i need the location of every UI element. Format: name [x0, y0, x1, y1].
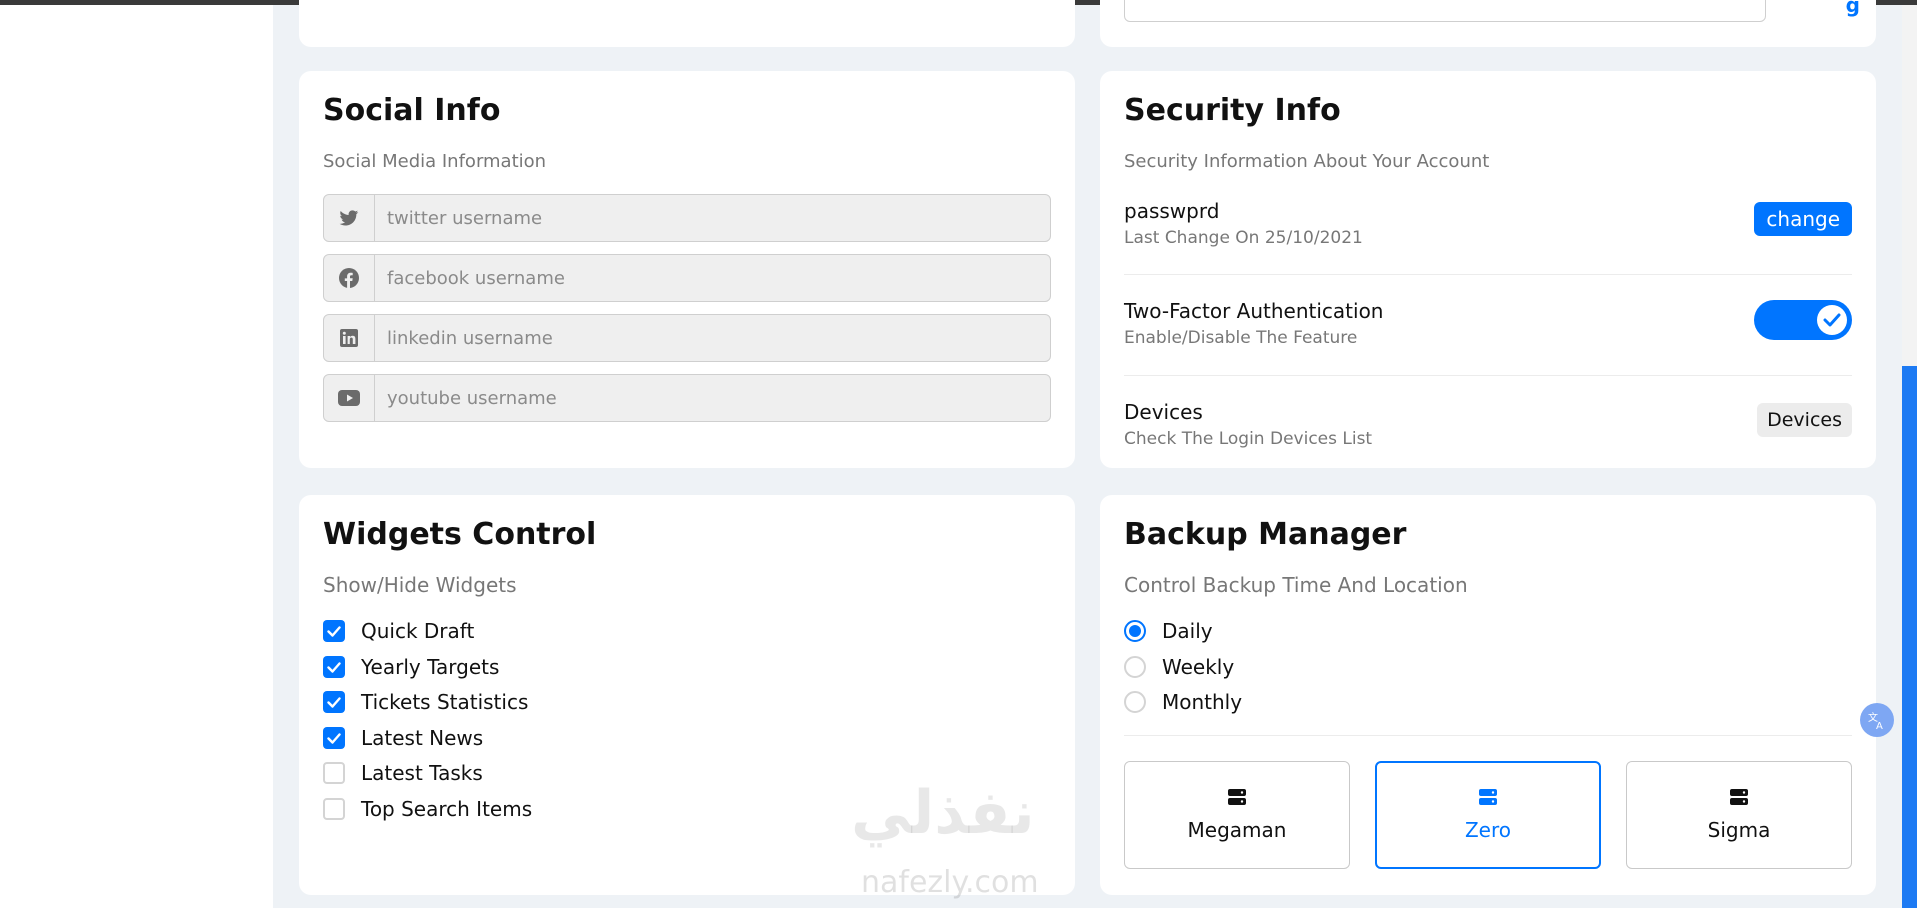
svg-text:A: A	[1876, 721, 1883, 730]
left-sidebar	[0, 5, 273, 908]
facebook-field	[323, 254, 1051, 302]
backup-radio-weekly[interactable]: Weekly	[1124, 653, 1234, 681]
change-password-button[interactable]: change	[1754, 202, 1852, 236]
radio-label: Weekly	[1162, 655, 1235, 679]
checkbox-label: Latest Tasks	[361, 761, 483, 785]
widget-checkbox-latest-tasks[interactable]: Latest Tasks	[323, 759, 483, 787]
divider	[1124, 735, 1852, 736]
widget-checkbox-top-search-items[interactable]: Top Search Items	[323, 795, 532, 823]
scrollbar-thumb[interactable]	[1902, 366, 1917, 908]
translate-icon[interactable]: 文A	[1860, 703, 1894, 737]
two-factor-toggle[interactable]	[1754, 300, 1852, 340]
checkbox-label: Top Search Items	[361, 797, 533, 821]
card-title: Widgets Control	[323, 517, 597, 552]
server-icon	[1730, 789, 1748, 805]
server-icon	[1479, 789, 1497, 805]
facebook-icon	[324, 255, 375, 301]
radio-unselected[interactable]	[1124, 656, 1146, 678]
top-left-card	[299, 0, 1075, 47]
card-subtitle: Show/Hide Widgets	[323, 573, 517, 597]
devices-label: Devices	[1124, 400, 1203, 424]
youtube-icon	[324, 375, 375, 421]
server-name: Megaman	[1187, 818, 1287, 842]
backup-radio-daily[interactable]: Daily	[1124, 617, 1213, 645]
card-subtitle: Control Backup Time And Location	[1124, 573, 1468, 597]
twitter-field	[323, 194, 1051, 242]
radio-selected[interactable]	[1124, 620, 1146, 642]
checkbox-unchecked[interactable]	[323, 798, 345, 820]
checkbox-checked[interactable]	[323, 620, 345, 642]
youtube-input[interactable]	[375, 375, 1050, 421]
linkedin-input[interactable]	[375, 315, 1050, 361]
two-factor-desc: Enable/Disable The Feature	[1124, 328, 1358, 348]
social-info-card: Social Info Social Media Information	[299, 71, 1075, 468]
card-title: Backup Manager	[1124, 517, 1407, 552]
card-title: Security Info	[1124, 93, 1341, 128]
divider	[1124, 375, 1852, 376]
checkbox-label: Yearly Targets	[361, 655, 500, 679]
server-option-megaman[interactable]: Megaman	[1124, 761, 1350, 869]
watermark-logo-arabic: نفذلي	[851, 778, 1035, 848]
radio-label: Daily	[1162, 619, 1213, 643]
linkedin-field	[323, 314, 1051, 362]
security-info-card: Security Info Security Information About…	[1100, 71, 1876, 468]
checkbox-label: Quick Draft	[361, 619, 475, 643]
card-subtitle: Security Information About Your Account	[1124, 151, 1490, 172]
server-name: Sigma	[1707, 818, 1771, 842]
twitter-input[interactable]	[375, 195, 1050, 241]
check-icon	[1817, 305, 1847, 335]
top-right-card: g	[1100, 0, 1876, 47]
card-title: Social Info	[323, 93, 501, 128]
card-subtitle: Social Media Information	[323, 151, 547, 172]
checkbox-checked[interactable]	[323, 656, 345, 678]
server-name: Zero	[1464, 818, 1512, 842]
backup-radio-monthly[interactable]: Monthly	[1124, 688, 1242, 716]
facebook-input[interactable]	[375, 255, 1050, 301]
checkbox-unchecked[interactable]	[323, 762, 345, 784]
top-text-input[interactable]	[1124, 0, 1766, 22]
widget-checkbox-quick-draft[interactable]: Quick Draft	[323, 617, 474, 645]
checkbox-label: Latest News	[361, 726, 484, 750]
radio-label: Monthly	[1162, 690, 1243, 714]
backup-manager-card: Backup Manager Control Backup Time And L…	[1100, 495, 1876, 895]
content-area: g Social Info Social Media Information t…	[273, 0, 1902, 908]
divider	[1124, 274, 1852, 275]
watermark-logo-latin: nafezly.com	[861, 865, 1039, 900]
devices-desc: Check The Login Devices List	[1124, 429, 1373, 449]
widget-checkbox-yearly-targets[interactable]: Yearly Targets	[323, 653, 499, 681]
twitter-icon	[324, 195, 375, 241]
password-last-change: Last Change On 25/10/2021	[1124, 228, 1363, 248]
checkbox-checked[interactable]	[323, 727, 345, 749]
two-factor-label: Two-Factor Authentication	[1124, 299, 1384, 323]
youtube-field	[323, 374, 1051, 422]
devices-button[interactable]: Devices	[1757, 403, 1852, 437]
checkbox-label: Tickets Statistics	[361, 690, 529, 714]
server-icon	[1228, 789, 1246, 805]
linkedin-icon	[324, 315, 375, 361]
radio-unselected[interactable]	[1124, 691, 1146, 713]
server-option-zero[interactable]: Zero	[1375, 761, 1601, 869]
checkbox-checked[interactable]	[323, 691, 345, 713]
password-label: passwprd	[1124, 199, 1220, 223]
widget-checkbox-latest-news[interactable]: Latest News	[323, 724, 483, 752]
server-option-sigma[interactable]: Sigma	[1626, 761, 1852, 869]
top-link-partial[interactable]: g	[1846, 0, 1860, 17]
widget-checkbox-tickets-statistics[interactable]: Tickets Statistics	[323, 688, 528, 716]
